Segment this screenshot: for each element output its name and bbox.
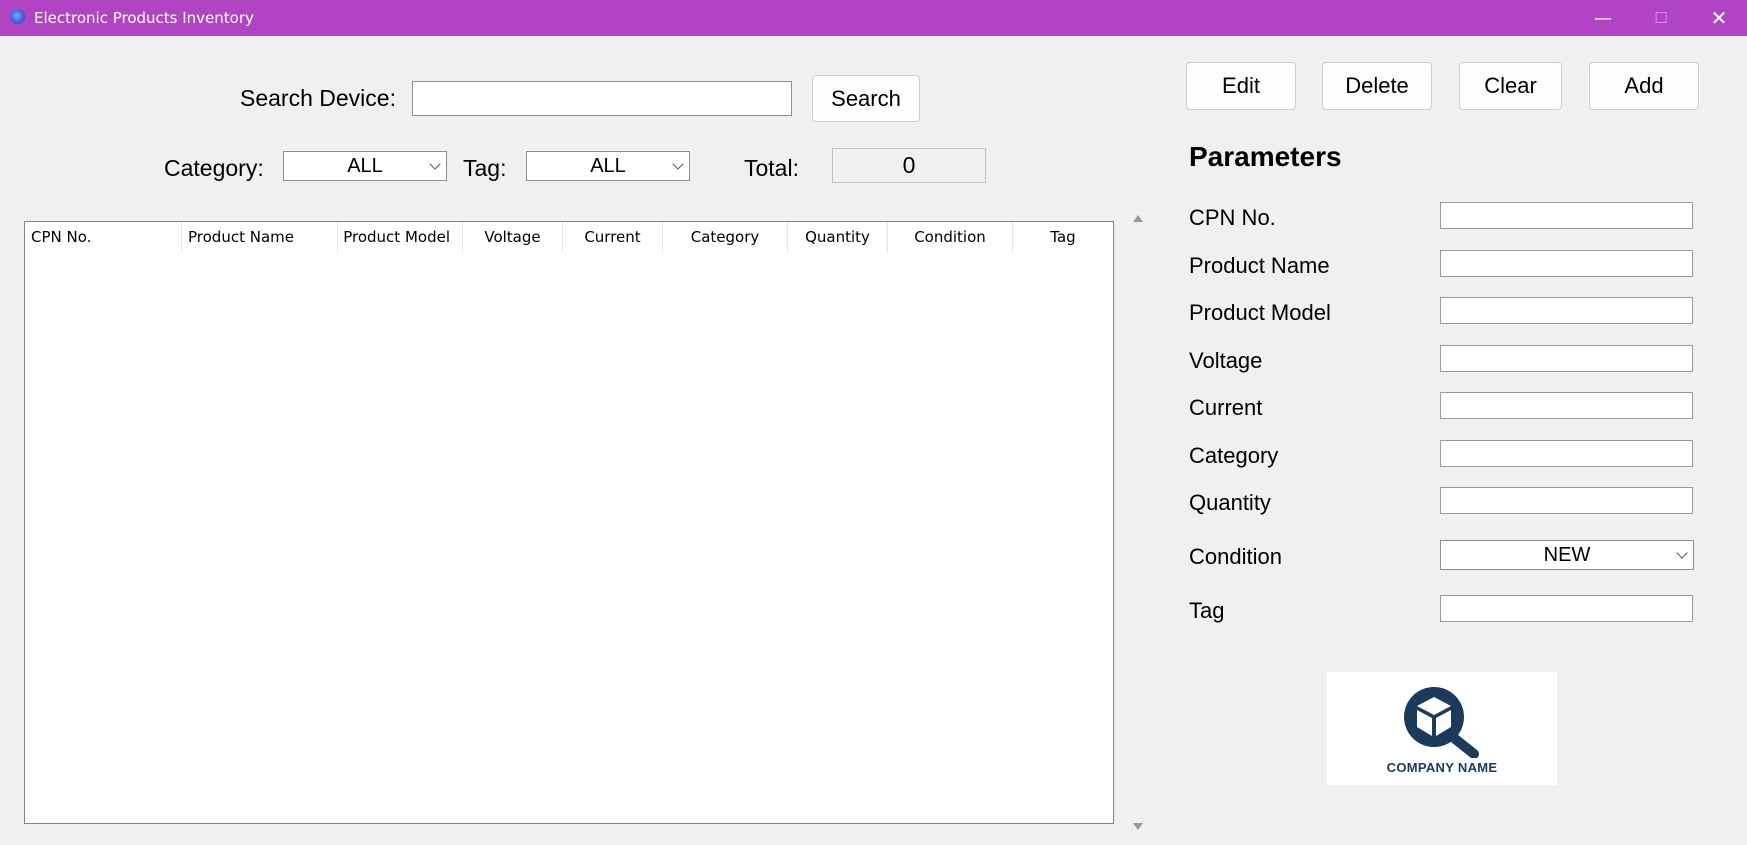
products-table[interactable]: CPN No. Product Name Product Model Volta… — [24, 221, 1114, 824]
add-button[interactable]: Add — [1589, 62, 1699, 110]
category-filter-value: ALL — [347, 154, 383, 177]
param-label-current: Current — [1189, 395, 1263, 420]
param-label-condition: Condition — [1189, 544, 1282, 569]
condition-select[interactable]: NEW — [1440, 540, 1694, 570]
scroll-down-arrow-icon[interactable] — [1133, 823, 1143, 830]
category-filter-select[interactable]: ALL — [283, 151, 447, 181]
column-header-voltage[interactable]: Voltage — [463, 222, 563, 253]
param-label-product-name: Product Name — [1189, 253, 1330, 278]
clear-button[interactable]: Clear — [1459, 62, 1562, 110]
column-header-product-name[interactable]: Product Name — [182, 222, 338, 253]
minimize-button[interactable]: — — [1574, 0, 1632, 36]
parameters-title: Parameters — [1189, 141, 1342, 172]
column-header-product-model[interactable]: Product Model — [338, 222, 463, 253]
table-header: CPN No. Product Name Product Model Volta… — [25, 222, 1113, 253]
column-header-category[interactable]: Category — [663, 222, 788, 253]
cpn-field[interactable] — [1440, 202, 1693, 229]
total-label: Total: — [744, 155, 799, 181]
category-filter-label: Category: — [164, 155, 264, 181]
product-model-field[interactable] — [1440, 297, 1693, 324]
company-name-text: COMPANY NAME — [1386, 760, 1498, 775]
param-label-product-model: Product Model — [1189, 300, 1331, 325]
chevron-down-icon — [672, 158, 684, 170]
maximize-button[interactable]: ☐ — [1632, 0, 1690, 36]
column-header-cpn[interactable]: CPN No. — [25, 222, 182, 253]
current-field[interactable] — [1440, 392, 1693, 419]
chevron-down-icon — [1676, 547, 1688, 559]
voltage-field[interactable] — [1440, 345, 1693, 372]
search-button[interactable]: Search — [812, 75, 920, 122]
chevron-down-icon — [429, 158, 441, 170]
product-name-field[interactable] — [1440, 250, 1693, 277]
box-search-icon — [1404, 687, 1479, 758]
tag-field[interactable] — [1440, 595, 1693, 622]
close-button[interactable]: ✕ — [1690, 0, 1747, 36]
column-header-current[interactable]: Current — [563, 222, 663, 253]
tag-filter-label: Tag: — [463, 155, 507, 181]
param-label-quantity: Quantity — [1189, 490, 1271, 515]
condition-value: NEW — [1543, 543, 1591, 566]
delete-button[interactable]: Delete — [1322, 62, 1432, 110]
column-header-condition[interactable]: Condition — [888, 222, 1013, 253]
param-label-voltage: Voltage — [1189, 348, 1263, 373]
edit-button[interactable]: Edit — [1186, 62, 1296, 110]
param-label-cpn: CPN No. — [1189, 205, 1276, 230]
tag-filter-value: ALL — [590, 154, 626, 177]
column-header-tag[interactable]: Tag — [1013, 222, 1113, 253]
scroll-up-arrow-icon[interactable] — [1133, 215, 1143, 222]
category-field[interactable] — [1440, 440, 1693, 467]
total-count: 0 — [832, 148, 986, 183]
app-icon — [10, 9, 25, 24]
tag-filter-select[interactable]: ALL — [526, 151, 690, 181]
quantity-field[interactable] — [1440, 487, 1693, 514]
company-logo: COMPANY NAME — [1327, 672, 1557, 785]
window-title: Electronic Products Inventory — [34, 9, 254, 27]
search-input[interactable] — [412, 81, 792, 116]
search-label: Search Device: — [240, 85, 396, 111]
title-bar: Electronic Products Inventory — ☐ ✕ — [0, 0, 1747, 36]
column-header-quantity[interactable]: Quantity — [788, 222, 888, 253]
param-label-category: Category — [1189, 443, 1279, 468]
param-label-tag: Tag — [1189, 598, 1225, 623]
